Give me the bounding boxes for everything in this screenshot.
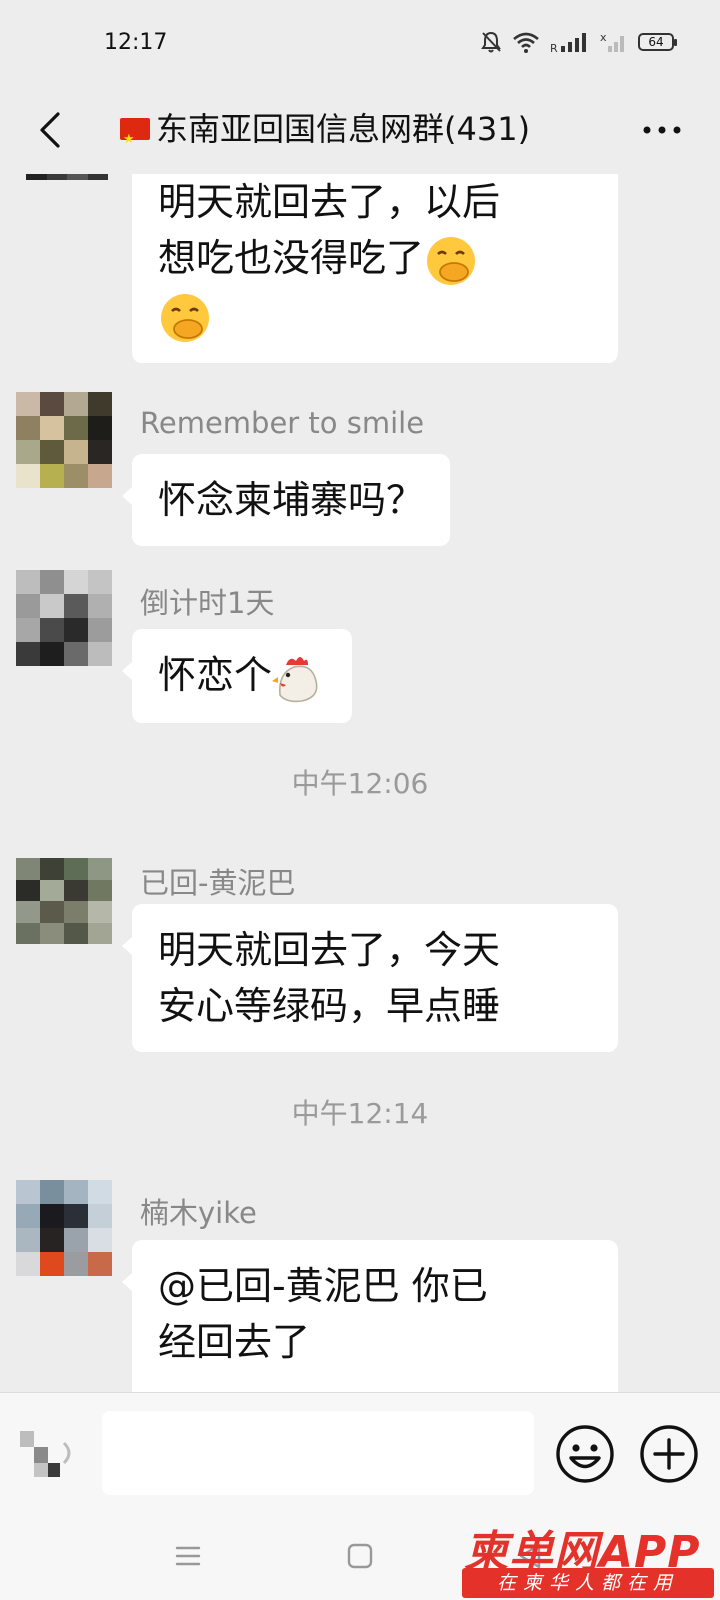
home-icon xyxy=(347,1543,373,1569)
watermark-logo: 柬单网APP 在柬华人都在用 xyxy=(462,1512,720,1600)
sender-name: 楠木yike xyxy=(140,1196,257,1230)
message-line: 经回去了 xyxy=(158,1320,311,1364)
hand-over-mouth-emoji xyxy=(427,236,476,285)
timestamp: 中午12:14 xyxy=(291,1097,429,1130)
chat-title-text: 东南亚回国信息网群(431) xyxy=(156,110,531,148)
svg-text:R: R xyxy=(550,42,558,54)
message-line: 安心等绿码，早点睡 xyxy=(158,984,501,1028)
watermark-tagline: 在柬华人都在用 xyxy=(462,1568,714,1598)
message-line: @已回-黄泥巴 你已 xyxy=(158,1264,488,1308)
input-bar xyxy=(0,1392,720,1512)
avatar[interactable] xyxy=(16,1180,112,1276)
message-input[interactable] xyxy=(102,1411,534,1495)
wifi-icon xyxy=(513,32,539,53)
battery-icon: 64 xyxy=(638,33,677,51)
chat-title: 东南亚回国信息网群(431) xyxy=(120,104,600,154)
message-bubble[interactable]: 怀恋个 xyxy=(121,629,353,723)
status-time: 12:17 xyxy=(104,30,168,55)
message-line: 明天就回去了，今天 xyxy=(158,928,501,972)
hand-over-mouth-emoji xyxy=(161,294,209,342)
bell-off-icon xyxy=(481,31,501,53)
message-line xyxy=(158,288,592,346)
home-button[interactable] xyxy=(338,1534,382,1578)
message-line: 怀恋个 xyxy=(158,647,326,705)
china-flag-icon xyxy=(120,115,150,154)
message-bubble[interactable]: 明天就回去了，以后 想吃也没得吃了 xyxy=(132,174,618,363)
avatar[interactable] xyxy=(16,570,112,666)
svg-text:x: x xyxy=(600,31,607,44)
back-button[interactable] xyxy=(22,102,78,158)
signal-icon: R xyxy=(550,33,586,54)
more-icon xyxy=(643,126,681,134)
chat-header: 东南亚回国信息网群(431) xyxy=(0,88,720,174)
status-icons: R x 64 xyxy=(480,30,677,54)
message-bubble[interactable]: @已回-黄泥巴 你已 经回去了 xyxy=(122,1240,618,1392)
voice-icon[interactable] xyxy=(18,1419,82,1483)
message-bubble[interactable]: 明天就回去了，今天 安心等绿码，早点睡 xyxy=(122,904,618,1052)
sender-name: 倒计时1天 xyxy=(140,586,275,620)
avatar[interactable] xyxy=(26,174,108,180)
menu-icon xyxy=(175,1546,201,1566)
chicken-emoji xyxy=(272,656,318,702)
avatar[interactable] xyxy=(16,858,112,944)
message-line: 怀念柬埔寨吗？ xyxy=(158,478,425,522)
message-line: 明天就回去了，以后 xyxy=(158,180,501,224)
sender-name: Remember to smile xyxy=(140,406,425,440)
sender-name: 已回-黄泥巴 xyxy=(140,866,296,900)
plus-icon[interactable] xyxy=(638,1423,700,1485)
back-icon xyxy=(40,112,60,148)
message-list[interactable]: 明天就回去了，以后 想吃也没得吃了 Remember to smile 怀念柬埔… xyxy=(0,174,720,1392)
signal-no-service-icon: x xyxy=(600,31,624,52)
status-bar: 12:17 R x 64 xyxy=(0,0,720,88)
message-bubble[interactable]: 怀念柬埔寨吗？ xyxy=(121,454,451,546)
menu-button[interactable] xyxy=(166,1534,210,1578)
emoji-icon[interactable] xyxy=(554,1423,616,1485)
message-line: 想吃也没得吃了 xyxy=(158,230,592,288)
more-button[interactable] xyxy=(634,102,690,158)
timestamp: 中午12:06 xyxy=(291,767,429,800)
avatar[interactable] xyxy=(16,392,112,488)
